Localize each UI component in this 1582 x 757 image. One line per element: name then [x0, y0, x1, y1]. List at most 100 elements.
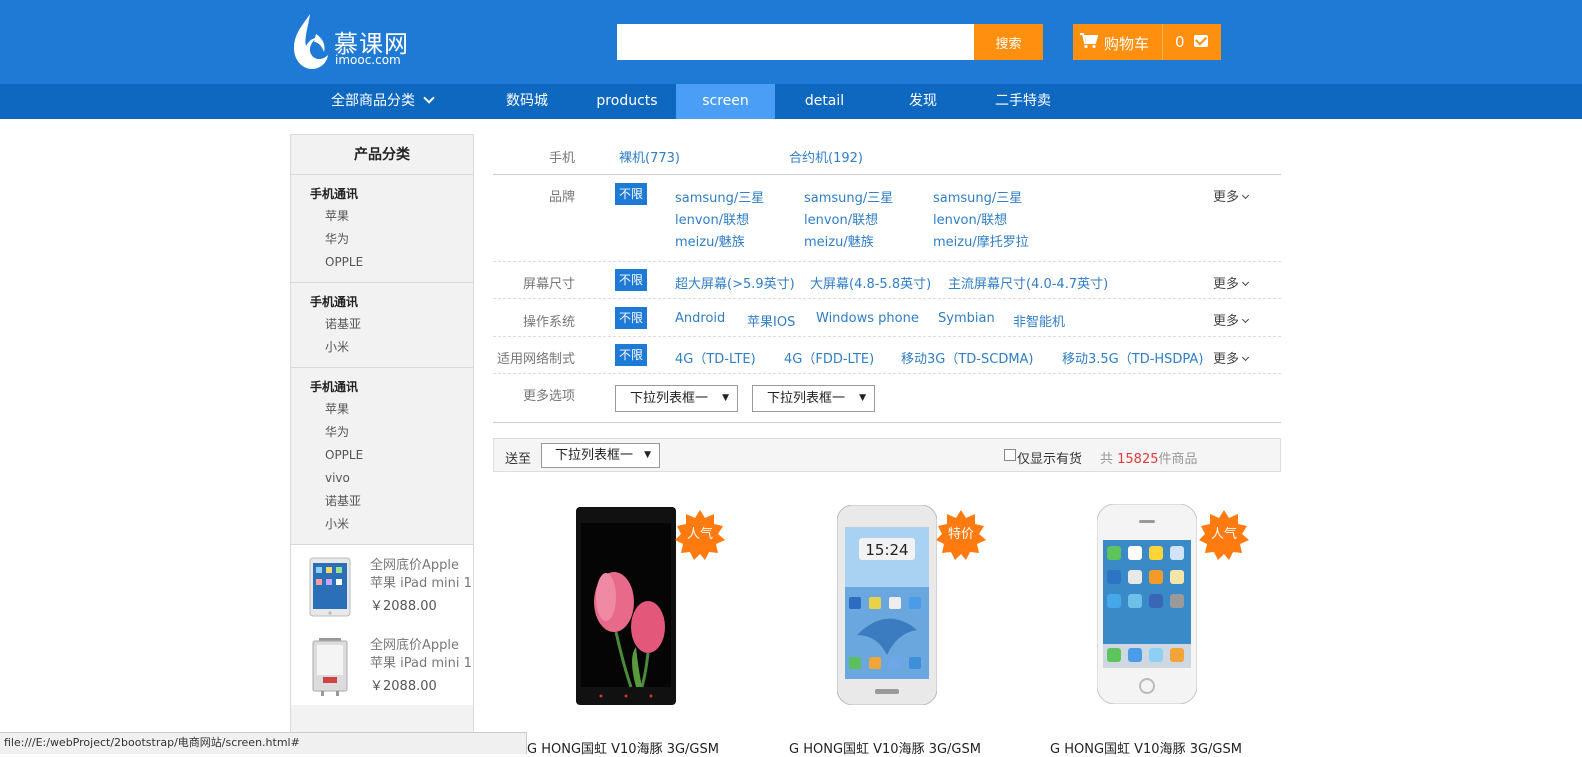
network-more-toggle[interactable]: 更多 [1213, 348, 1248, 367]
main-nav: 全部商品分类 数码城 products screen detail 发现 二手特… [0, 84, 1582, 119]
sidebar-group: 手机通讯 苹果 华为 OPPLE vivo 诺基亚 小米 [291, 368, 473, 545]
product-image[interactable] [1097, 504, 1197, 704]
sidebar-group-heading[interactable]: 手机通讯 [310, 183, 473, 205]
filter-option[interactable]: meizu/魅族 [675, 231, 745, 250]
ship-to-label: 送至 [505, 452, 532, 467]
search-input[interactable] [617, 24, 974, 60]
sidebar-item[interactable]: OPPLE [310, 251, 473, 274]
product-badge: 特价 [947, 527, 974, 542]
filter-option[interactable]: 4G（TD-LTE) [675, 348, 756, 367]
product-image[interactable] [576, 507, 676, 705]
product-title[interactable]: G HONG国虹 V10海豚 3G/GSM [789, 738, 981, 757]
promo-price: ￥2088.00 [370, 599, 437, 614]
sidebar-item[interactable]: 诺基亚 [310, 313, 473, 336]
shopping-cart-icon [1080, 33, 1099, 53]
sidebar-item[interactable]: 小米 [310, 336, 473, 359]
brand-more-toggle[interactable]: 更多 [1213, 186, 1248, 205]
sidebar-item[interactable]: vivo [310, 467, 473, 490]
divider [493, 422, 1281, 423]
nav-item-discover[interactable]: 发现 [873, 84, 973, 119]
cart-label: 购物车 [1104, 35, 1150, 53]
filter-option[interactable]: samsung/三星 [933, 187, 1022, 206]
filter-label-screen: 屏幕尺寸 [522, 277, 575, 292]
filter-option[interactable]: lenvon/联想 [675, 209, 749, 228]
filter-option[interactable]: lenvon/联想 [804, 209, 878, 228]
sidebar-group-heading[interactable]: 手机通讯 [310, 291, 473, 313]
product-card[interactable]: 15:24 特价 G HONG国虹 V10海豚 3G/GSM [789, 500, 1039, 757]
os-more-toggle[interactable]: 更多 [1213, 310, 1248, 329]
divider [493, 174, 1281, 175]
promo-item[interactable]: 全网底价Apple 苹果 iPad mini 1 ￥2088.00 [291, 545, 473, 625]
filter-option[interactable]: 裸机(773) [619, 147, 680, 166]
filter-option[interactable]: meizu/摩托罗拉 [933, 231, 1029, 250]
in-stock-label[interactable]: 仅显示有货 [1017, 448, 1082, 467]
filter-option[interactable]: 苹果IOS [747, 311, 795, 330]
product-title[interactable]: G HONG国虹 V10海豚 3G/GSM [527, 738, 719, 757]
filter-all-badge[interactable]: 不限 [615, 307, 647, 329]
dropdown-arrow-icon: ▼ [859, 393, 866, 403]
filter-option[interactable]: 主流屏幕尺寸(4.0-4.7英寸) [948, 273, 1108, 292]
promo-title: 全网底价Apple 苹果 iPad mini 1 [370, 557, 474, 593]
filter-option[interactable]: 非智能机 [1013, 311, 1065, 330]
nav-item-second-hand[interactable]: 二手特卖 [973, 84, 1073, 119]
results-toolbar: 送至 下拉列表框一 ▼ 仅显示有货 共 15825件商品 [493, 438, 1281, 472]
filter-option[interactable]: 4G（FDD-LTE) [784, 348, 874, 367]
sidebar-group-heading[interactable]: 手机通讯 [310, 376, 473, 398]
filter-option[interactable]: 大屏幕(4.8-5.8英寸) [810, 273, 931, 292]
more-options-select-1[interactable]: 下拉列表框一 ▼ [615, 385, 738, 412]
screen-more-toggle[interactable]: 更多 [1213, 273, 1248, 292]
flame-logo-icon [294, 14, 328, 69]
nav-item-detail[interactable]: detail [775, 84, 874, 119]
product-image[interactable]: 15:24 [837, 505, 937, 705]
filter-option[interactable]: Windows phone [816, 311, 919, 326]
promo-title: 全网底价Apple 苹果 iPad mini 1 [370, 637, 474, 673]
sidebar-item[interactable]: 苹果 [310, 398, 473, 421]
filter-option[interactable]: samsung/三星 [804, 187, 893, 206]
nav-all-categories[interactable]: 全部商品分类 [290, 84, 474, 119]
nav-item-screen[interactable]: screen [676, 84, 775, 119]
filter-all-badge[interactable]: 不限 [615, 183, 647, 205]
filter-all-badge[interactable]: 不限 [615, 269, 647, 291]
search-button[interactable]: 搜索 [974, 24, 1043, 60]
filter-option[interactable]: Symbian [938, 311, 995, 326]
sidebar-item[interactable]: 华为 [310, 228, 473, 251]
filter-option[interactable]: lenvon/联想 [933, 209, 1007, 228]
product-card[interactable]: 人气 G HONG国虹 V10海豚 3G/GSM [527, 500, 777, 757]
promo-price: ￥2088.00 [370, 679, 437, 694]
filter-option[interactable]: 移动3G（TD-SCDMA) [901, 348, 1034, 367]
filter-option[interactable]: samsung/三星 [675, 187, 764, 206]
promo-title-line2: 苹果 iPad mini 1 [370, 576, 472, 591]
filter-option[interactable]: meizu/魅族 [804, 231, 874, 250]
sidebar-item[interactable]: 苹果 [310, 205, 473, 228]
dropdown-arrow-icon: ▼ [644, 450, 651, 460]
sidebar-item[interactable]: OPPLE [310, 444, 473, 467]
promo-item[interactable]: 全网底价Apple 苹果 iPad mini 1 ￥2088.00 [291, 625, 473, 705]
nav-item-products[interactable]: products [577, 84, 677, 119]
filter-option[interactable]: 超大屏幕(>5.9英寸) [675, 273, 795, 292]
phone-screen-time: 15:24 [865, 541, 908, 559]
result-count-prefix: 共 [1100, 452, 1118, 467]
promo-title-line1: 全网底价Apple [370, 638, 460, 653]
cart-divider [1162, 24, 1163, 60]
in-stock-checkbox[interactable] [1004, 449, 1016, 461]
sidebar-item[interactable]: 小米 [310, 513, 473, 536]
ship-to-select[interactable]: 下拉列表框一 ▼ [541, 443, 660, 468]
filter-option[interactable]: 移动3.5G（TD-HSDPA) [1062, 348, 1203, 367]
product-title[interactable]: G HONG国虹 V10海豚 3G/GSM [1050, 738, 1242, 757]
sidebar-item[interactable]: 诺基亚 [310, 490, 473, 513]
filter-option[interactable]: 合约机(192) [789, 147, 863, 166]
nav-item-digital-city[interactable]: 数码城 [477, 84, 577, 119]
product-card[interactable]: 人气 G HONG国虹 V10海豚 3G/GSM [1050, 500, 1300, 757]
cart-button[interactable]: 购物车 0 [1073, 24, 1221, 60]
envelope-icon[interactable] [1194, 35, 1208, 47]
site-logo[interactable]: 慕课网 imooc.com [292, 12, 412, 72]
filter-all-badge[interactable]: 不限 [615, 344, 647, 366]
nav-all-categories-label: 全部商品分类 [331, 93, 415, 109]
chevron-down-icon [423, 92, 435, 104]
divider [493, 336, 1281, 337]
more-options-select-2[interactable]: 下拉列表框一 ▼ [752, 385, 875, 412]
sidebar-item[interactable]: 华为 [310, 421, 473, 444]
product-badge: 人气 [686, 527, 713, 542]
result-count-suffix: 件商品 [1158, 452, 1198, 467]
filter-option[interactable]: Android [675, 311, 725, 326]
